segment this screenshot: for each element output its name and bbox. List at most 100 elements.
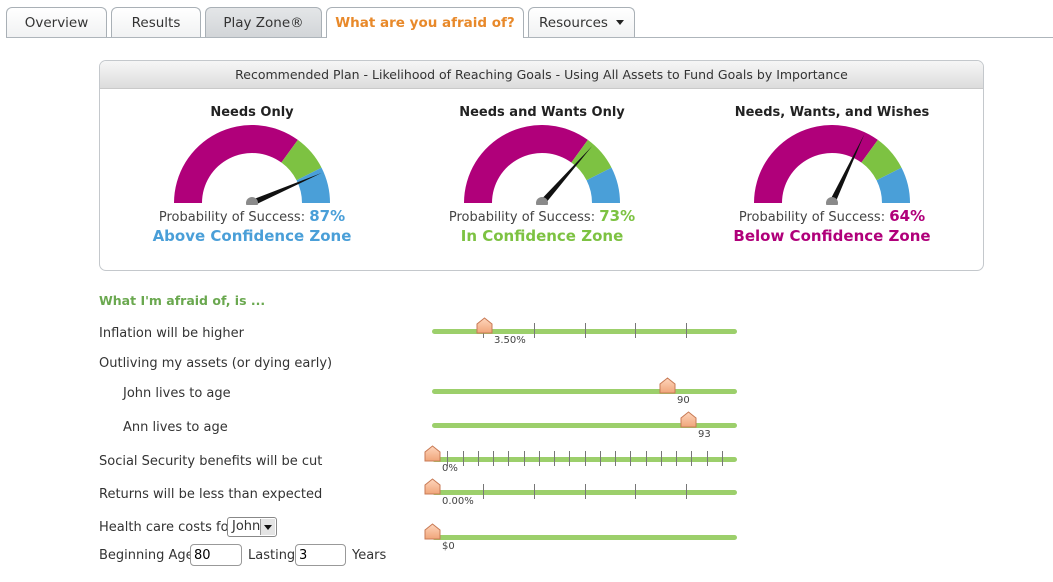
slider-thumb[interactable] xyxy=(424,478,441,495)
slider-tick xyxy=(585,323,586,338)
beginning-age-input[interactable] xyxy=(190,544,242,566)
below-zone-arc xyxy=(754,125,878,203)
gauge-needs-only: Needs Only Probability of Success: 87% A… xyxy=(117,105,387,245)
dropdown-arrow-icon[interactable] xyxy=(260,519,275,535)
slider-tick xyxy=(539,451,540,466)
below-zone-arc xyxy=(464,125,588,203)
gauge-chart xyxy=(464,125,620,205)
probability-value: 73% xyxy=(599,207,636,225)
health-care-slider[interactable]: $0 xyxy=(424,523,737,553)
tab-bar-divider xyxy=(6,37,1053,38)
slider-thumb[interactable] xyxy=(476,317,493,334)
tab-play-zone[interactable]: Play Zone® xyxy=(205,7,322,37)
slider-tick xyxy=(686,484,687,499)
confidence-zone-status: Below Confidence Zone xyxy=(733,227,931,245)
tab-overview[interactable]: Overview xyxy=(6,7,107,37)
chevron-down-icon xyxy=(615,20,624,25)
probability-value: 64% xyxy=(889,207,926,225)
slider-tick xyxy=(554,451,555,466)
slider-tick xyxy=(661,451,662,466)
slider-thumb[interactable] xyxy=(424,445,441,462)
probability-of-success: Probability of Success: 64% xyxy=(697,207,967,225)
slider-thumb[interactable] xyxy=(680,411,697,428)
gauge-title: Needs, Wants, and Wishes xyxy=(734,105,930,120)
tab-results[interactable]: Results xyxy=(111,7,201,37)
gauge-chart xyxy=(754,125,910,205)
inflation-slider[interactable]: 3.50% xyxy=(432,317,737,347)
slider-tick xyxy=(635,323,636,338)
panel-header: Recommended Plan - Likelihood of Reachin… xyxy=(100,61,983,89)
tab-label: Resources xyxy=(539,14,608,31)
slider-value: 90 xyxy=(677,395,690,406)
slider-tick xyxy=(691,451,692,466)
slider-tick xyxy=(534,484,535,499)
outliving-label: Outliving my assets (or dying early) xyxy=(99,356,333,371)
slider-tick xyxy=(600,451,601,466)
slider-tick xyxy=(686,323,687,338)
slider-value: 0.00% xyxy=(442,496,474,507)
gauge-chart xyxy=(174,125,330,205)
gauge-title: Needs and Wants Only xyxy=(459,105,625,120)
returns-label: Returns will be less than expected xyxy=(99,487,323,502)
health-care-person-select[interactable]: John xyxy=(227,517,277,537)
gauge-title: Needs Only xyxy=(210,105,294,120)
lasting-input[interactable] xyxy=(295,544,346,566)
slider-track[interactable] xyxy=(432,535,737,540)
confidence-zone-status: In Confidence Zone xyxy=(460,227,624,245)
fears-title: What I'm afraid of, is ... xyxy=(99,293,266,308)
slider-tick xyxy=(722,451,723,466)
slider-tick xyxy=(707,451,708,466)
probability-label: Probability of Success: xyxy=(158,210,306,225)
john-age-label: John lives to age xyxy=(123,386,231,401)
tab-label: Play Zone® xyxy=(223,14,304,31)
selected-person: John xyxy=(232,519,261,534)
beginning-age-label: Beginning Age xyxy=(99,548,194,563)
lasting-label: Lasting xyxy=(248,548,296,563)
tab-bar: Overview Results Play Zone® What are you… xyxy=(0,0,1053,38)
social-security-slider[interactable]: 0% xyxy=(424,445,737,475)
probability-of-success: Probability of Success: 73% xyxy=(407,207,677,225)
slider-tick xyxy=(615,451,616,466)
slider-value: 0% xyxy=(442,463,458,474)
slider-value: 93 xyxy=(698,429,711,440)
probability-label: Probability of Success: xyxy=(738,210,886,225)
tab-resources[interactable]: Resources xyxy=(528,7,635,37)
gauge-needs-and-wants: Needs and Wants Only Probability of Succ… xyxy=(407,105,677,245)
john-age-slider[interactable]: 90 xyxy=(432,377,737,407)
slider-tick xyxy=(508,451,509,466)
slider-tick xyxy=(585,451,586,466)
probability-value: 87% xyxy=(309,207,346,225)
slider-tick xyxy=(478,451,479,466)
slider-tick xyxy=(585,484,586,499)
slider-tick xyxy=(630,451,631,466)
probability-label: Probability of Success: xyxy=(448,210,596,225)
slider-tick xyxy=(646,451,647,466)
slider-thumb[interactable] xyxy=(659,377,676,394)
slider-tick xyxy=(483,484,484,499)
slider-value: $0 xyxy=(442,541,455,552)
inflation-label: Inflation will be higher xyxy=(99,326,244,341)
ann-age-label: Ann lives to age xyxy=(123,420,228,435)
tab-label: Results xyxy=(131,14,181,31)
slider-tick xyxy=(635,484,636,499)
slider-tick xyxy=(524,451,525,466)
social-security-label: Social Security benefits will be cut xyxy=(99,454,323,469)
slider-tick xyxy=(493,451,494,466)
ann-age-slider[interactable]: 93 xyxy=(432,411,737,441)
probability-of-success: Probability of Success: 87% xyxy=(117,207,387,225)
years-label: Years xyxy=(352,548,387,563)
tab-label: Overview xyxy=(24,14,89,31)
confidence-zone-status: Above Confidence Zone xyxy=(152,227,352,245)
slider-value: 3.50% xyxy=(494,335,526,346)
gauge-needs-wants-wishes: Needs, Wants, and Wishes Probability of … xyxy=(697,105,967,245)
slider-tick xyxy=(569,451,570,466)
slider-tick xyxy=(463,451,464,466)
returns-slider[interactable]: 0.00% xyxy=(424,478,737,508)
health-care-label: Health care costs for xyxy=(99,520,234,535)
slider-track[interactable] xyxy=(432,389,737,394)
slider-tick xyxy=(676,451,677,466)
slider-tick xyxy=(534,323,535,338)
tab-what-are-you-afraid-of[interactable]: What are you afraid of? xyxy=(326,7,524,38)
tab-label: What are you afraid of? xyxy=(335,15,515,31)
slider-thumb[interactable] xyxy=(424,523,441,540)
